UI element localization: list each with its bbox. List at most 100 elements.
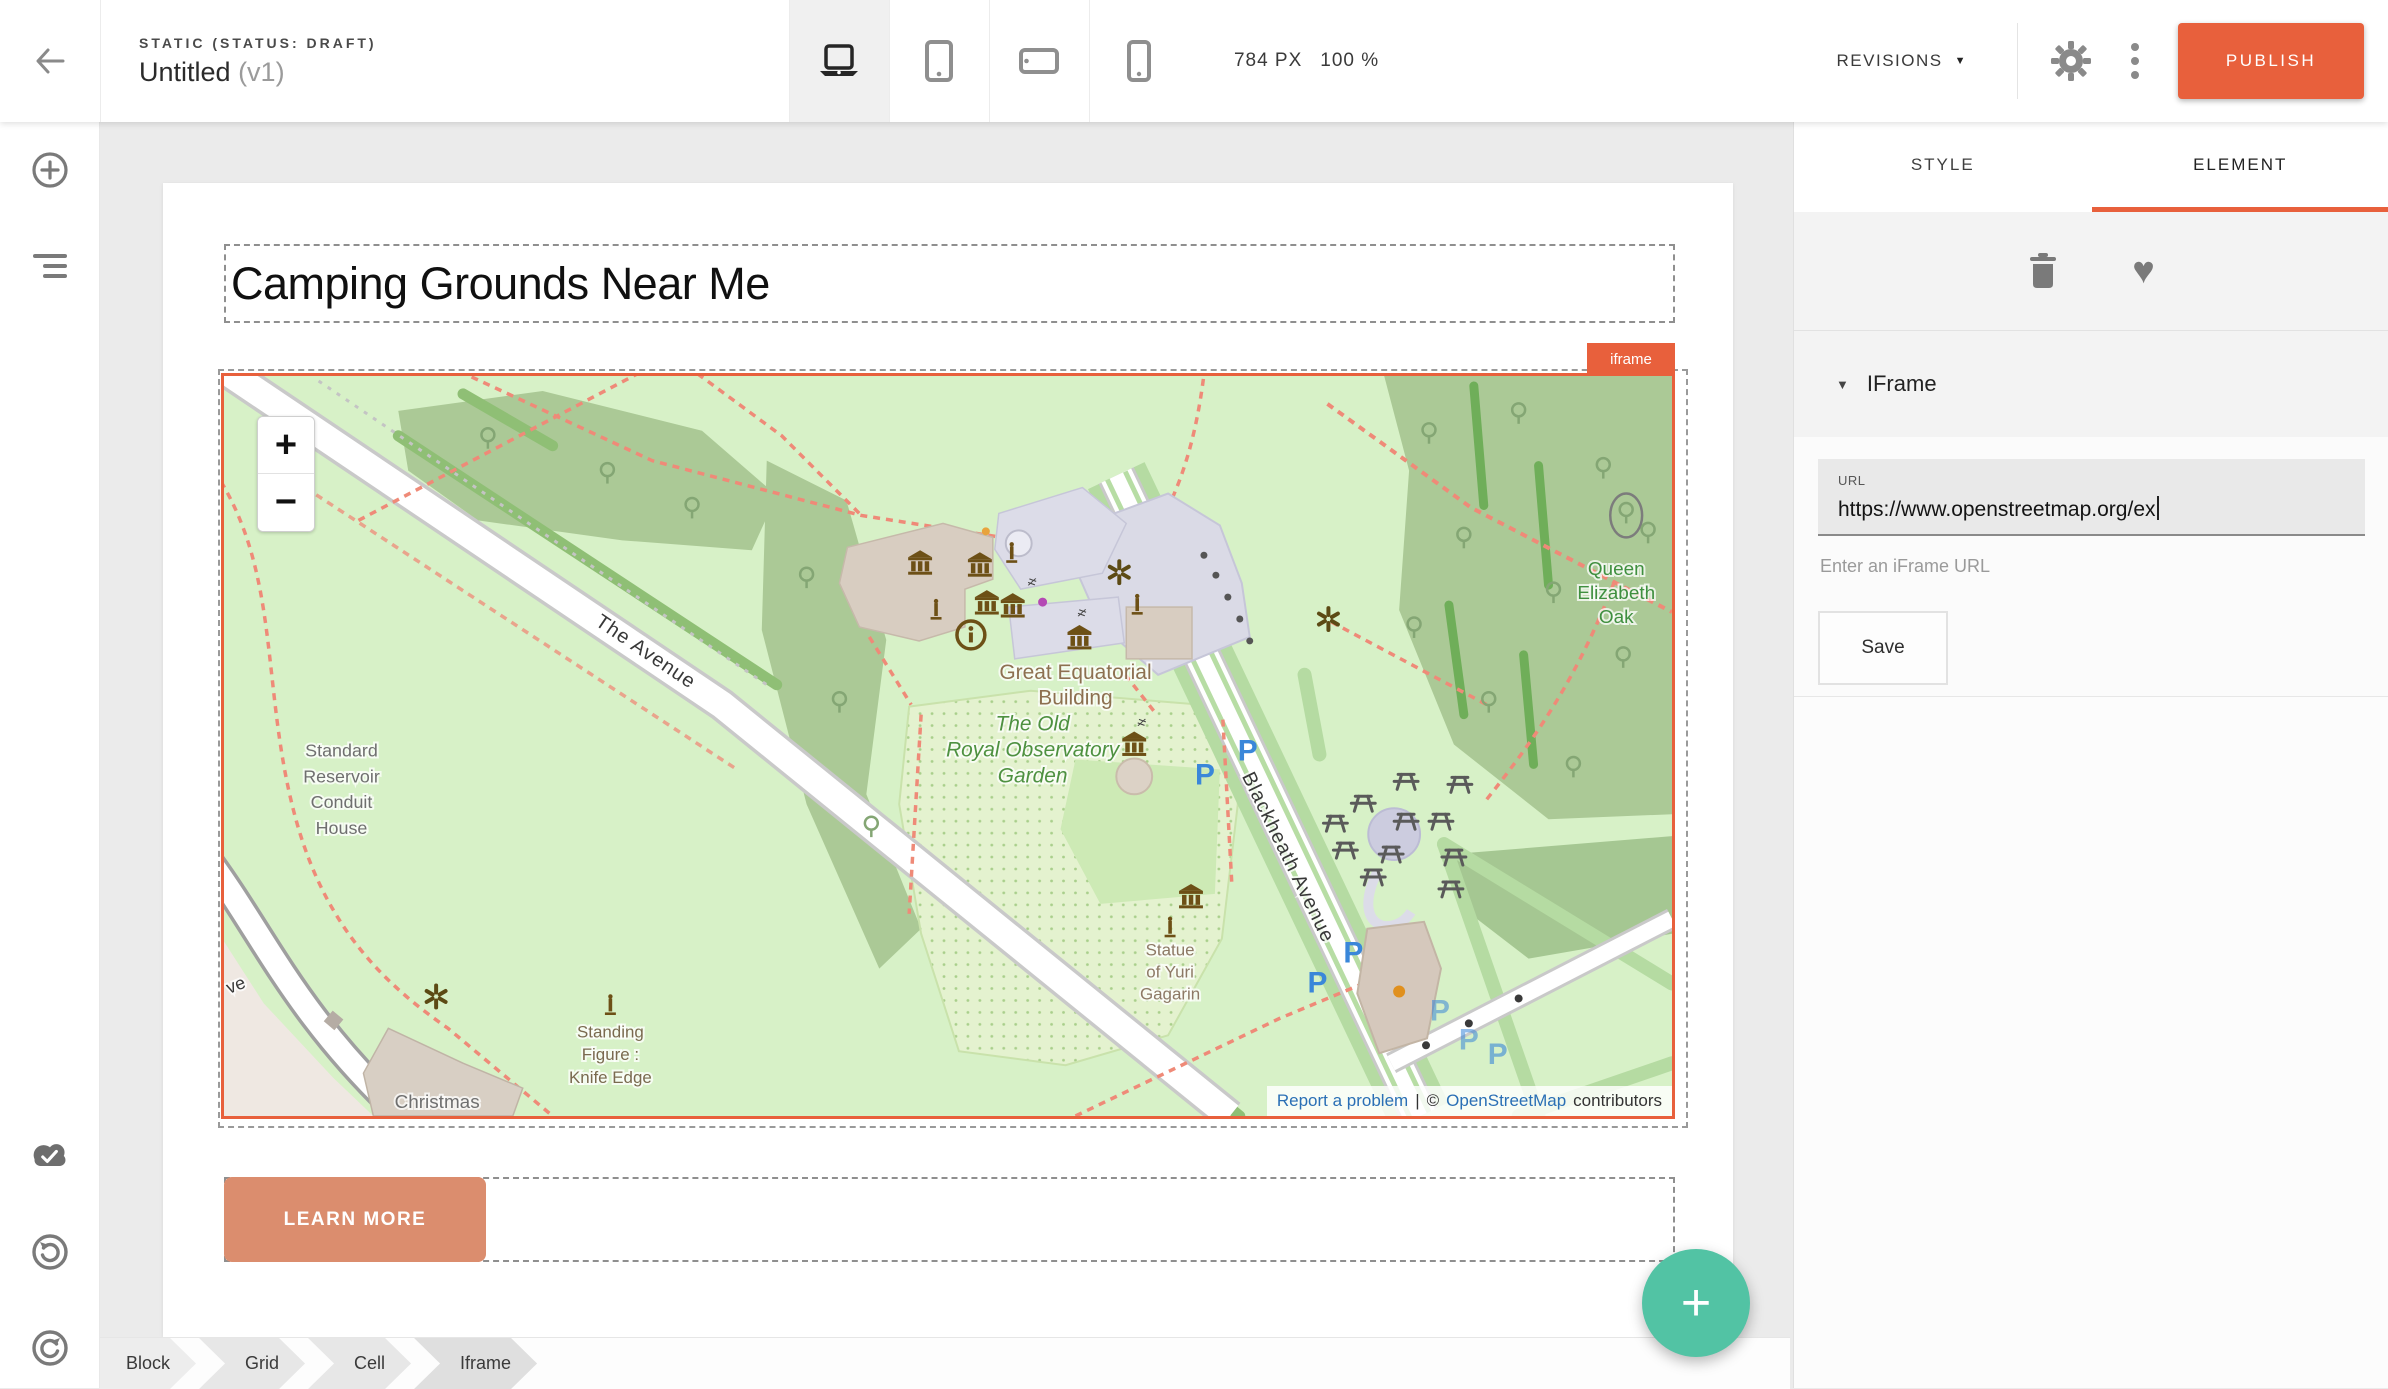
heart-icon: ♥ xyxy=(2132,252,2155,290)
document-title-block: STATIC (STATUS: DRAFT) Untitled (v1) xyxy=(101,35,377,88)
settings-button[interactable] xyxy=(2044,34,2098,88)
report-problem-link[interactable]: Report a problem xyxy=(1277,1091,1408,1111)
map-embed[interactable]: ≠ ≠ ≠ P P P P P P P The Avenue Blackheat… xyxy=(224,376,1672,1116)
kebab-menu-icon xyxy=(2130,41,2140,81)
saved-status-button[interactable] xyxy=(30,1136,70,1176)
redo-icon xyxy=(30,1328,70,1368)
favorite-element-button[interactable]: ♥ xyxy=(2126,246,2161,296)
chevron-down-icon: ▼ xyxy=(1955,55,1967,67)
tab-element[interactable]: ELEMENT xyxy=(2092,122,2388,212)
iframe-settings-form: URL https://www.openstreetmap.org/ex Ent… xyxy=(1794,437,2388,697)
more-options-button[interactable] xyxy=(2124,35,2146,87)
phone-landscape-icon xyxy=(1018,46,1060,76)
svg-text:Building: Building xyxy=(1038,687,1112,710)
viewport-size-readout: 784 PX 100 % xyxy=(1189,0,1425,122)
top-toolbar: STATIC (STATUS: DRAFT) Untitled (v1) xyxy=(0,0,2388,122)
svg-text:Christmas: Christmas xyxy=(395,1092,480,1113)
svg-text:P: P xyxy=(1308,966,1328,999)
zoom-percent-value: 100 % xyxy=(1320,50,1379,72)
svg-text:Gagarin: Gagarin xyxy=(1140,984,1200,1003)
trash-icon xyxy=(2028,253,2058,289)
svg-text:Reservoir: Reservoir xyxy=(303,766,380,786)
attribution-separator: | xyxy=(1415,1091,1419,1111)
element-breadcrumb: Block Grid Cell Iframe xyxy=(100,1337,1790,1389)
gear-icon xyxy=(2050,40,2092,82)
device-desktop-button[interactable] xyxy=(789,0,889,122)
svg-text:P: P xyxy=(1195,758,1215,791)
save-button[interactable]: Save xyxy=(1818,611,1948,685)
iframe-url-input[interactable]: URL https://www.openstreetmap.org/ex xyxy=(1818,459,2365,536)
cloud-check-icon xyxy=(30,1139,70,1173)
svg-text:Conduit: Conduit xyxy=(311,792,373,812)
page-builder-app: { "colors": {"accent":"#e8603c","learn_m… xyxy=(0,0,2388,1388)
tab-style[interactable]: STYLE xyxy=(1794,122,2092,212)
text-cursor xyxy=(2157,496,2159,520)
tablet-icon xyxy=(923,39,955,83)
page-heading: Camping Grounds Near Me xyxy=(226,258,770,310)
editor-canvas-page: Camping Grounds Near Me iframe xyxy=(163,183,1733,1337)
inspector-tabs: STYLE ELEMENT xyxy=(1794,122,2388,212)
header-actions: REVISIONS ▼ xyxy=(1837,23,2388,99)
back-button[interactable] xyxy=(0,0,101,122)
svg-text:P: P xyxy=(1459,1023,1479,1056)
add-element-button[interactable] xyxy=(30,150,70,190)
document-status: STATIC (STATUS: DRAFT) xyxy=(139,35,377,51)
button-block: LEARN MORE xyxy=(224,1177,1675,1262)
svg-text:Great Equatorial: Great Equatorial xyxy=(999,661,1151,684)
map-zoom-in-button[interactable]: + xyxy=(258,417,314,474)
svg-text:Queen: Queen xyxy=(1588,559,1645,580)
svg-text:P: P xyxy=(1343,937,1363,970)
svg-text:Oak: Oak xyxy=(1599,607,1634,628)
undo-button[interactable] xyxy=(30,1232,70,1272)
phone-portrait-icon xyxy=(1126,39,1152,83)
document-title: Untitled (v1) xyxy=(139,57,377,88)
svg-text:P: P xyxy=(1488,1038,1508,1071)
header-divider xyxy=(2017,23,2018,99)
revisions-label: REVISIONS xyxy=(1837,51,1943,71)
breadcrumb-block[interactable]: Block xyxy=(100,1338,196,1389)
url-helper-text: Enter an iFrame URL xyxy=(1820,556,2365,577)
viewport-width-value: 784 PX xyxy=(1234,50,1302,72)
svg-text:P: P xyxy=(1430,994,1450,1027)
heading-block[interactable]: Camping Grounds Near Me xyxy=(224,244,1675,323)
left-toolbar xyxy=(0,122,100,1388)
map-zoom-out-button[interactable]: − xyxy=(258,474,314,531)
svg-text:Figure :: Figure : xyxy=(582,1045,639,1064)
openstreetmap-link[interactable]: OpenStreetMap xyxy=(1446,1091,1566,1111)
layers-button[interactable] xyxy=(30,246,70,286)
url-field-value: https://www.openstreetmap.org/ex xyxy=(1838,496,2345,522)
redo-button[interactable] xyxy=(30,1328,70,1368)
laptop-icon xyxy=(816,41,862,81)
device-mobile-portrait-button[interactable] xyxy=(1089,0,1189,122)
svg-text:P: P xyxy=(1238,734,1258,767)
breadcrumb-grid[interactable]: Grid xyxy=(199,1338,305,1389)
iframe-element[interactable]: iframe xyxy=(221,373,1675,1119)
map-attribution: Report a problem | © OpenStreetMap contr… xyxy=(1267,1086,1672,1116)
back-arrow-icon xyxy=(33,46,67,76)
viewport-switcher: 784 PX 100 % xyxy=(789,0,1425,122)
iframe-section-header[interactable]: ▼ IFrame xyxy=(1794,331,2388,437)
list-outline-icon xyxy=(31,252,69,280)
publish-button[interactable]: PUBLISH xyxy=(2178,23,2364,99)
device-mobile-landscape-button[interactable] xyxy=(989,0,1089,122)
document-version: (v1) xyxy=(238,57,285,87)
attribution-copyright: © xyxy=(1427,1091,1440,1111)
revisions-dropdown[interactable]: REVISIONS ▼ xyxy=(1837,51,1991,71)
delete-element-button[interactable] xyxy=(2022,247,2064,295)
map-zoom-control: + − xyxy=(257,416,315,532)
undo-icon xyxy=(30,1232,70,1272)
add-block-fab[interactable]: + xyxy=(1642,1249,1750,1357)
section-collapse-icon: ▼ xyxy=(1836,377,1849,392)
plus-circle-icon xyxy=(30,150,70,190)
learn-more-button[interactable]: LEARN MORE xyxy=(224,1177,486,1262)
svg-text:The Old: The Old xyxy=(995,713,1071,736)
map-playground-marker xyxy=(1393,986,1405,998)
breadcrumb-cell[interactable]: Cell xyxy=(308,1338,411,1389)
svg-text:Statue: Statue xyxy=(1146,941,1195,960)
svg-text:Royal Observatory: Royal Observatory xyxy=(946,738,1121,761)
svg-text:Garden: Garden xyxy=(998,764,1068,787)
svg-text:of Yuri: of Yuri xyxy=(1146,963,1194,982)
device-tablet-button[interactable] xyxy=(889,0,989,122)
breadcrumb-iframe[interactable]: Iframe xyxy=(414,1338,537,1389)
svg-text:Elizabeth: Elizabeth xyxy=(1577,583,1655,604)
